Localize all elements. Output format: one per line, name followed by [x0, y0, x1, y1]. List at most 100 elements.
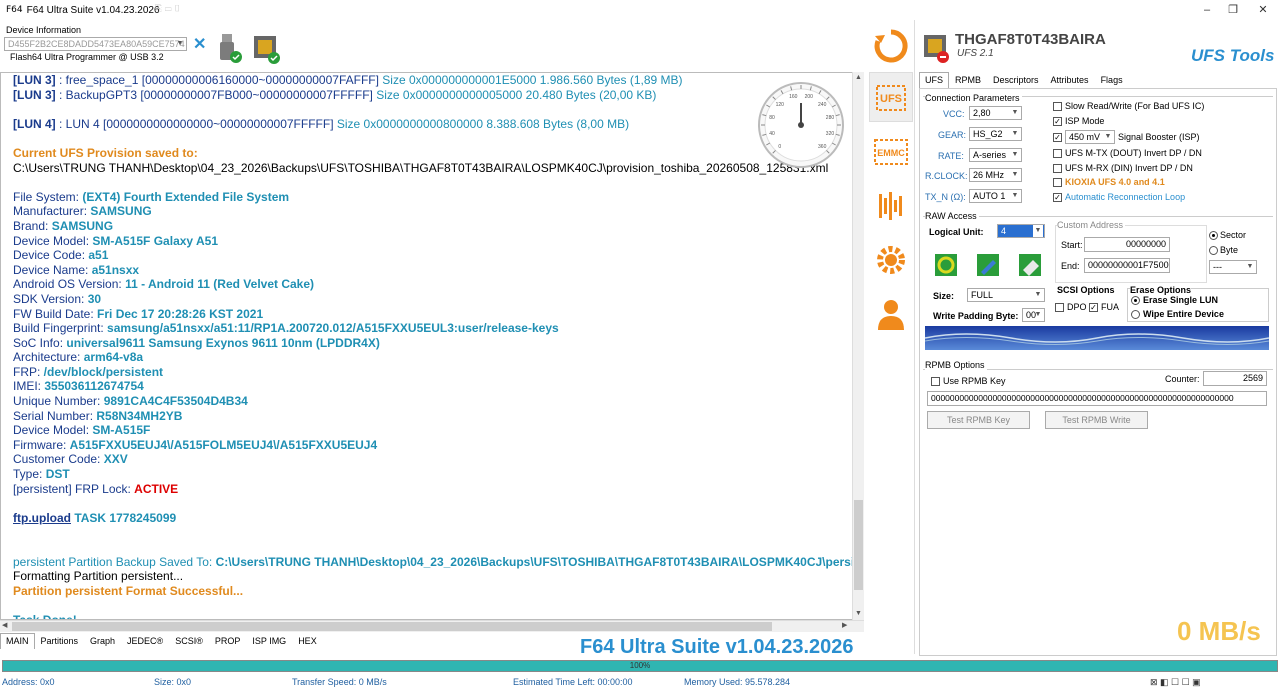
auto-reconnect-checkbox[interactable]: ✓ — [1053, 193, 1062, 202]
booster-select[interactable]: 450 mV ▼ — [1065, 130, 1115, 144]
status-bar: Address: 0x0 Size: 0x0 Transfer Speed: 0… — [0, 675, 1280, 688]
log-segment: SAMSUNG — [51, 218, 114, 233]
log-line: Current UFS Provision saved to: — [13, 146, 853, 161]
isp-mode-checkbox[interactable]: ✓ — [1053, 117, 1062, 126]
rpmb-title: RPMB Options — [925, 360, 987, 370]
log-segment: Fri Dec 17 20:28:26 KST 2021 — [97, 306, 264, 321]
tab-isp-img[interactable]: ISP IMG — [246, 633, 292, 649]
erase-all-radio[interactable] — [1131, 310, 1140, 319]
txn-select[interactable]: AUTO 1 ▼ — [969, 189, 1022, 203]
tab-main[interactable]: MAIN — [0, 633, 35, 649]
test-rpmb-write-button[interactable]: Test RPMB Write — [1045, 411, 1148, 429]
tab-flags[interactable]: Flags — [1095, 72, 1129, 88]
log-horizontal-scrollbar[interactable]: ◀ ▶ — [0, 620, 864, 632]
pad-label: Write Padding Byte: — [933, 311, 1019, 321]
maximize-icon[interactable]: ❐ — [1222, 2, 1244, 18]
erase-single-radio[interactable] — [1131, 296, 1140, 305]
close-icon[interactable]: ✕ — [1252, 2, 1274, 18]
booster-label: Signal Booster (ISP) — [1118, 132, 1200, 142]
disconnect-icon[interactable]: ✕ — [193, 34, 206, 54]
scroll-up-icon[interactable]: ▲ — [855, 74, 862, 81]
ufs-icon[interactable]: UFS — [873, 80, 909, 116]
log-segment: Manufacturer: — [13, 204, 91, 219]
tab-scsi[interactable]: SCSI® — [169, 633, 209, 649]
gear-select[interactable]: HS_G2 ▼ — [969, 127, 1022, 141]
log-segment: SM-A515F Galaxy A51 — [92, 233, 218, 248]
mtx-checkbox[interactable] — [1053, 149, 1062, 158]
tab-descriptors[interactable]: Descriptors — [987, 72, 1045, 88]
tab-prop[interactable]: PROP — [209, 633, 247, 649]
tab-attributes[interactable]: Attributes — [1045, 72, 1095, 88]
chevron-down-icon: ▼ — [1011, 130, 1019, 137]
vcc-value: 2,80 — [973, 108, 991, 118]
end-label: End: — [1061, 261, 1080, 271]
pad-select[interactable]: 00 ▼ — [1022, 308, 1045, 322]
counter-input[interactable]: 2569 — [1203, 371, 1267, 386]
rclock-value: 26 MHz — [973, 170, 1005, 180]
raw-title: RAW Access — [925, 211, 979, 221]
log-output[interactable]: [LUN 3] : free_space_1 [0000000000616000… — [0, 72, 864, 620]
emmc-icon[interactable]: EMMC — [873, 134, 909, 170]
tab-jedec[interactable]: JEDEC® — [121, 633, 169, 649]
scroll-thumb[interactable] — [854, 500, 863, 590]
device-select[interactable]: D455F2B2CE8DADD5473EA80A59CE7574 ▼ — [4, 37, 187, 51]
chevron-down-icon: ▼ — [1011, 171, 1019, 178]
ftp-upload-link[interactable]: ftp.upload — [13, 511, 71, 525]
unit-value: --- — [1213, 262, 1222, 272]
scroll-right-icon[interactable]: ▶ — [842, 621, 847, 629]
end-input[interactable]: 00000000001F7500 — [1084, 258, 1170, 273]
write-icon[interactable] — [975, 252, 1003, 280]
gauge-tick-label: 280 — [826, 115, 835, 121]
device-id: D455F2B2CE8DADD5473EA80A59CE7574 — [8, 39, 185, 49]
hscroll-thumb[interactable] — [12, 622, 772, 631]
rclock-select[interactable]: 26 MHz ▼ — [969, 168, 1022, 182]
chevron-down-icon: ▼ — [1034, 311, 1042, 318]
progress-text: 100% — [629, 661, 651, 670]
log-segment: File System: — [13, 189, 83, 204]
log-line: Serial Number: R58N34MH2YB — [13, 409, 853, 424]
read-icon[interactable] — [933, 252, 961, 280]
byte-radio[interactable] — [1209, 246, 1218, 255]
dpo-checkbox[interactable] — [1055, 303, 1064, 312]
mrx-checkbox[interactable] — [1053, 164, 1062, 173]
txn-label: TX_N (Ω): — [925, 192, 966, 202]
slow-rw-checkbox[interactable] — [1053, 102, 1062, 111]
unit-select[interactable]: --- ▼ — [1209, 260, 1257, 274]
waveform-icon[interactable] — [873, 188, 909, 224]
vcc-select[interactable]: 2,80 ▼ — [969, 106, 1022, 120]
erase-icon[interactable] — [1017, 252, 1045, 280]
rpmb-key-input[interactable]: 0000000000000000000000000000000000000000… — [927, 391, 1267, 406]
tab-ufs[interactable]: UFS — [919, 72, 949, 88]
fua-checkbox[interactable]: ✓ — [1089, 303, 1098, 312]
log-segment: : free_space_1 [00000000006160000~000000… — [55, 73, 383, 87]
settings-gear-icon[interactable] — [873, 242, 909, 278]
tab-rpmb[interactable]: RPMB — [949, 72, 987, 88]
test-rpmb-key-button[interactable]: Test RPMB Key — [927, 411, 1030, 429]
sector-radio[interactable] — [1209, 231, 1218, 240]
booster-checkbox[interactable]: ✓ — [1053, 133, 1062, 142]
tab-graph[interactable]: Graph — [84, 633, 121, 649]
lu-select[interactable]: 4 ▼ — [997, 224, 1045, 238]
refresh-icon[interactable] — [873, 28, 909, 64]
rate-select[interactable]: A-series ▼ — [969, 148, 1022, 162]
log-line: SDK Version: 30 — [13, 292, 853, 307]
log-vertical-scrollbar[interactable]: ▲ ▼ — [852, 72, 864, 620]
scroll-down-icon[interactable]: ▼ — [855, 610, 862, 617]
size-select[interactable]: FULL ▼ — [967, 288, 1045, 302]
use-rpmb-key-checkbox[interactable] — [931, 377, 940, 386]
erase-title: Erase Options — [1130, 285, 1192, 295]
tab-hex[interactable]: HEX — [292, 633, 323, 649]
log-segment: [LUN 3] — [13, 73, 56, 87]
user-icon[interactable] — [873, 296, 909, 332]
start-input[interactable]: 00000000 — [1084, 237, 1170, 252]
scroll-left-icon[interactable]: ◀ — [2, 621, 7, 629]
log-segment: a51nsxx — [91, 262, 140, 277]
tab-partitions[interactable]: Partitions — [35, 633, 85, 649]
kioxia-checkbox[interactable] — [1053, 178, 1062, 187]
chip-connected-icon — [254, 36, 280, 64]
counter-label: Counter: — [1165, 374, 1200, 384]
minimize-icon[interactable]: – — [1196, 2, 1218, 18]
log-segment: R58N34MH2YB — [96, 408, 183, 423]
use-rpmb-key-label: Use RPMB Key — [943, 376, 1006, 386]
